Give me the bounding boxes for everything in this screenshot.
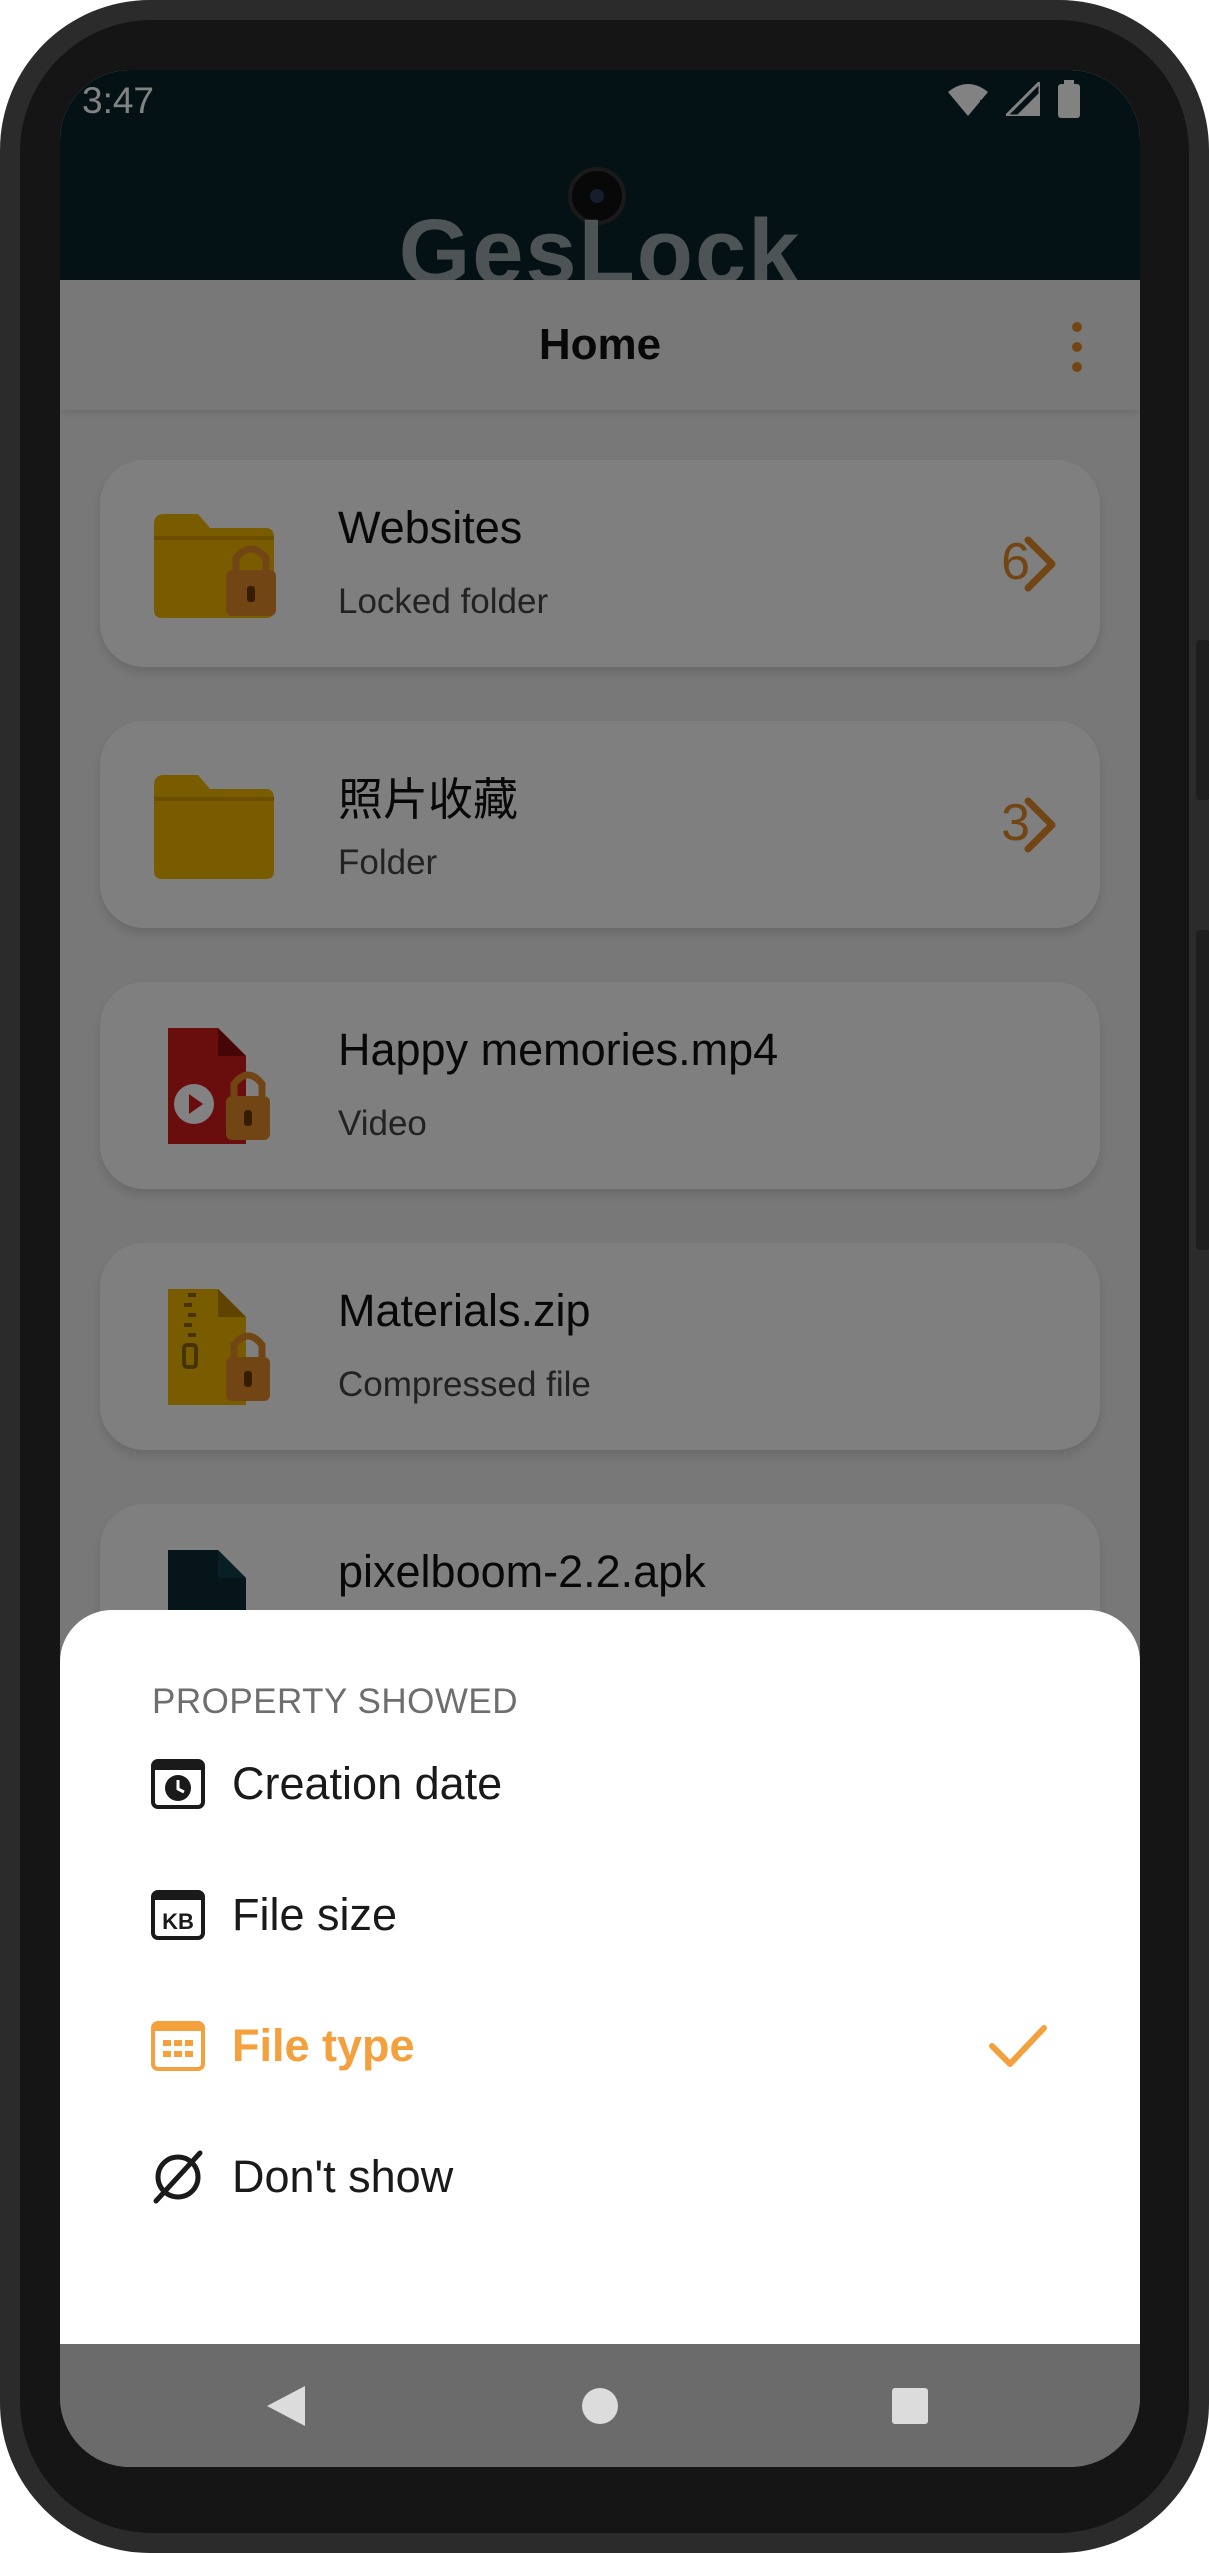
option-creation-date[interactable]: Creation date — [60, 1724, 1140, 1848]
option-label: Don't show — [232, 2151, 454, 2202]
kb-icon: KB — [151, 1890, 205, 1940]
navigation-bar — [60, 2344, 1140, 2467]
option-label: File type — [232, 2020, 415, 2071]
checkmark-icon — [989, 2025, 1047, 2067]
no-show-icon — [153, 2150, 203, 2204]
option-file-size[interactable]: KB File size — [60, 1855, 1140, 1979]
svg-text:KB: KB — [162, 1909, 194, 1934]
back-icon[interactable] — [245, 2366, 325, 2446]
bottom-sheet: PROPERTY SHOWED Creation date KB File si… — [60, 1610, 1140, 2344]
screen: 3:47 GesLock Home Websites Locked folder… — [60, 70, 1140, 2467]
option-label: File size — [232, 1889, 398, 1940]
sheet-title: PROPERTY SHOWED — [152, 1682, 518, 1721]
option-file-type[interactable]: File type — [60, 1986, 1140, 2110]
side-button-volume — [1196, 930, 1209, 1250]
recents-icon[interactable] — [870, 2366, 950, 2446]
option-label: Creation date — [232, 1758, 503, 1809]
side-button-power — [1196, 640, 1209, 800]
option-dont-show[interactable]: Don't show — [60, 2117, 1140, 2241]
home-icon[interactable] — [560, 2366, 640, 2446]
file-type-icon — [151, 2021, 205, 2071]
calendar-clock-icon — [151, 1759, 205, 1809]
phone-frame: 3:47 GesLock Home Websites Locked folder… — [0, 0, 1209, 2553]
